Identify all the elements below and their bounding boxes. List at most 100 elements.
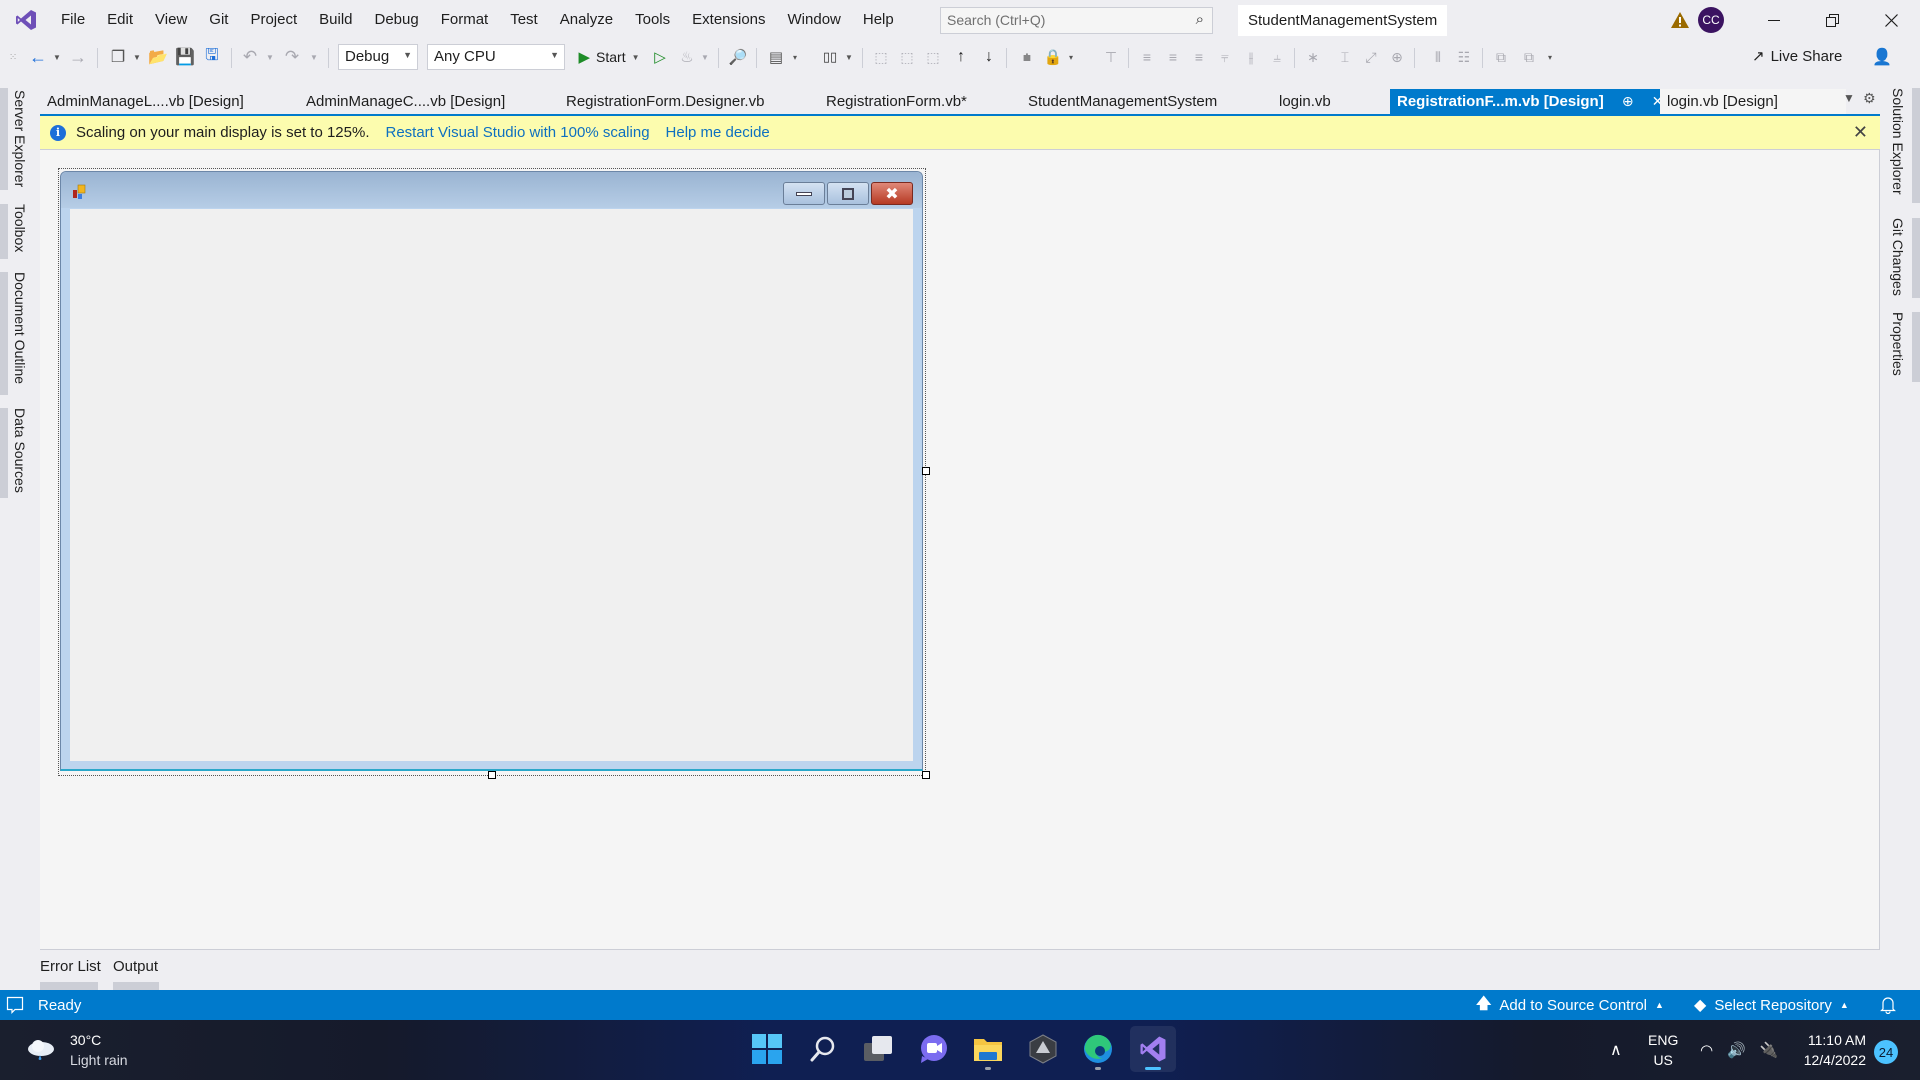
toolbar-overflow-icon[interactable]: ▾ xyxy=(1545,46,1555,68)
start-menu-button[interactable] xyxy=(744,1026,790,1072)
navigate-back-icon[interactable]: ← xyxy=(26,46,50,68)
output-tab[interactable]: Output xyxy=(113,958,158,975)
move-up-icon[interactable]: ↑ xyxy=(950,46,972,68)
live-share-button[interactable]: ↗ Live Share xyxy=(1752,47,1842,66)
account-avatar[interactable]: CC xyxy=(1698,7,1724,33)
start-without-debugging-icon[interactable]: ▷ xyxy=(650,46,670,68)
center-vertically-icon[interactable]: ⩧ xyxy=(1016,46,1038,68)
open-file-icon[interactable]: 📂 xyxy=(146,46,170,68)
center-horizontally-icon[interactable]: ⫴ xyxy=(1427,46,1449,68)
form-client-area[interactable] xyxy=(70,209,913,761)
toolbox-tab[interactable]: Toolbox xyxy=(12,204,28,252)
lock-controls-icon[interactable]: 🔒 xyxy=(1042,46,1064,68)
designed-form[interactable]: ✖ xyxy=(60,171,923,771)
weather-widget[interactable]: 30°C Light rain xyxy=(26,1030,128,1070)
undo-dropdown-icon[interactable]: ▼ xyxy=(265,46,275,68)
form-close-button[interactable]: ✖ xyxy=(871,182,913,205)
make-same-size-icon[interactable]: ⊕ xyxy=(1386,46,1408,68)
pin-icon[interactable]: ⊕ xyxy=(1622,89,1634,114)
properties-tab[interactable]: Properties xyxy=(1890,312,1906,376)
resize-handle-right[interactable] xyxy=(922,467,930,475)
restore-button[interactable] xyxy=(1803,0,1861,40)
platform-dropdown[interactable]: Any CPU ▼ xyxy=(427,44,565,70)
menu-tools[interactable]: Tools xyxy=(624,0,681,40)
layout-icon[interactable]: ▯▯ xyxy=(818,46,842,68)
menu-git[interactable]: Git xyxy=(198,0,239,40)
solution-explorer-tab[interactable]: Solution Explorer xyxy=(1890,88,1906,195)
align-middles-icon[interactable]: ⫲ xyxy=(1240,46,1262,68)
form-titlebar[interactable]: ✖ xyxy=(61,172,922,208)
send-backward-icon[interactable]: ⧉ xyxy=(1518,46,1540,68)
show-hidden-icons-button[interactable]: ∧ xyxy=(1610,1020,1622,1080)
help-me-decide-link[interactable]: Help me decide xyxy=(666,124,770,141)
align-to-grid-icon[interactable]: ⬚ xyxy=(870,46,892,68)
menu-project[interactable]: Project xyxy=(239,0,308,40)
toolbar-overflow-icon[interactable]: ▾ xyxy=(790,46,800,68)
doc-tab[interactable]: RegistrationForm.Designer.vb xyxy=(559,89,764,114)
back-dropdown-icon[interactable]: ▼ xyxy=(52,46,62,68)
tab-list-dropdown-icon[interactable]: ▼ xyxy=(1843,91,1855,105)
doc-tab[interactable]: RegistrationForm.vb* xyxy=(819,89,967,114)
redo-dropdown-icon[interactable]: ▼ xyxy=(309,46,319,68)
make-same-width-icon[interactable]: ∗ xyxy=(1302,46,1324,68)
menu-window[interactable]: Window xyxy=(777,0,852,40)
make-same-height-icon[interactable]: ⌶ xyxy=(1334,46,1356,68)
warning-icon[interactable] xyxy=(1670,10,1690,30)
menu-file[interactable]: File xyxy=(50,0,96,40)
navigate-forward-icon[interactable]: → xyxy=(66,46,90,68)
menu-debug[interactable]: Debug xyxy=(364,0,430,40)
doc-tab[interactable]: login.vb [Design] xyxy=(1660,89,1846,114)
save-all-icon[interactable]: 🖫 xyxy=(200,46,224,68)
align-rights-icon[interactable]: ≡ xyxy=(1188,46,1210,68)
toolbar-grip-icon[interactable]: ⁙ xyxy=(9,46,17,68)
data-sources-tab[interactable]: Data Sources xyxy=(12,408,28,493)
doc-tab[interactable]: AdminManageC....vb [Design] xyxy=(299,89,505,114)
system-tray-icons[interactable]: ◠ 🔊 🔌 xyxy=(1700,1020,1778,1080)
align-bottoms-icon[interactable]: ⫨ xyxy=(1266,46,1288,68)
gear-icon[interactable]: ⚙ xyxy=(1863,90,1876,107)
document-outline-tab[interactable]: Document Outline xyxy=(12,272,28,384)
bring-to-front-icon[interactable]: ⬚ xyxy=(896,46,918,68)
file-explorer-button[interactable] xyxy=(965,1026,1011,1072)
menu-analyze[interactable]: Analyze xyxy=(549,0,624,40)
search-input[interactable]: Search (Ctrl+Q) ⌕ xyxy=(940,7,1213,34)
minimize-button[interactable] xyxy=(1745,0,1803,40)
align-tops-icon[interactable]: ⫧ xyxy=(1214,46,1236,68)
hot-reload-icon[interactable]: ♨ xyxy=(676,46,698,68)
app-button[interactable] xyxy=(1020,1026,1066,1072)
menu-format[interactable]: Format xyxy=(430,0,500,40)
close-window-button[interactable] xyxy=(1862,0,1920,40)
visual-studio-taskbar-button[interactable] xyxy=(1130,1026,1176,1072)
task-view-button[interactable] xyxy=(855,1026,901,1072)
restart-scaling-link[interactable]: Restart Visual Studio with 100% scaling xyxy=(386,124,650,141)
server-explorer-tab[interactable]: Server Explorer xyxy=(12,90,28,187)
close-infobar-icon[interactable]: ✕ xyxy=(1853,122,1868,143)
git-changes-tab[interactable]: Git Changes xyxy=(1890,218,1906,296)
send-to-back-icon[interactable]: ⬚ xyxy=(922,46,944,68)
align-lefts-icon[interactable]: ≡ xyxy=(1136,46,1158,68)
notification-count-badge[interactable]: 24 xyxy=(1874,1040,1898,1064)
layout-dropdown-icon[interactable]: ▼ xyxy=(844,46,854,68)
error-list-tab[interactable]: Error List xyxy=(40,958,101,975)
find-in-files-icon[interactable]: 🔎 xyxy=(726,46,750,68)
start-button[interactable]: ▶ Start ▼ xyxy=(573,46,645,68)
clock[interactable]: 11:10 AM 12/4/2022 xyxy=(1796,1020,1866,1080)
menu-view[interactable]: View xyxy=(144,0,198,40)
teams-chat-button[interactable] xyxy=(910,1026,956,1072)
menu-help[interactable]: Help xyxy=(852,0,905,40)
save-icon[interactable]: 💾 xyxy=(173,46,197,68)
align-centers-icon[interactable]: ≡ xyxy=(1162,46,1184,68)
tab-order-icon[interactable]: ▤ xyxy=(764,46,788,68)
doc-tab-active[interactable]: RegistrationF...m.vb [Design] ⊕ ✕ xyxy=(1390,89,1664,116)
select-repository-button[interactable]: ◆ Select Repository ▲ xyxy=(1694,990,1849,1020)
form-minimize-button[interactable] xyxy=(783,182,825,205)
align-top-icon[interactable]: ⊤ xyxy=(1100,46,1122,68)
edge-browser-button[interactable] xyxy=(1075,1026,1121,1072)
feedback-icon[interactable]: 👤 xyxy=(1872,47,1892,67)
bring-forward-icon[interactable]: ⧉ xyxy=(1490,46,1512,68)
undo-icon[interactable]: ↶ xyxy=(238,46,262,68)
taskbar-search-button[interactable] xyxy=(800,1026,846,1072)
resize-handle-bottom[interactable] xyxy=(488,771,496,779)
language-indicator[interactable]: ENG US xyxy=(1648,1020,1678,1080)
menu-edit[interactable]: Edit xyxy=(96,0,144,40)
